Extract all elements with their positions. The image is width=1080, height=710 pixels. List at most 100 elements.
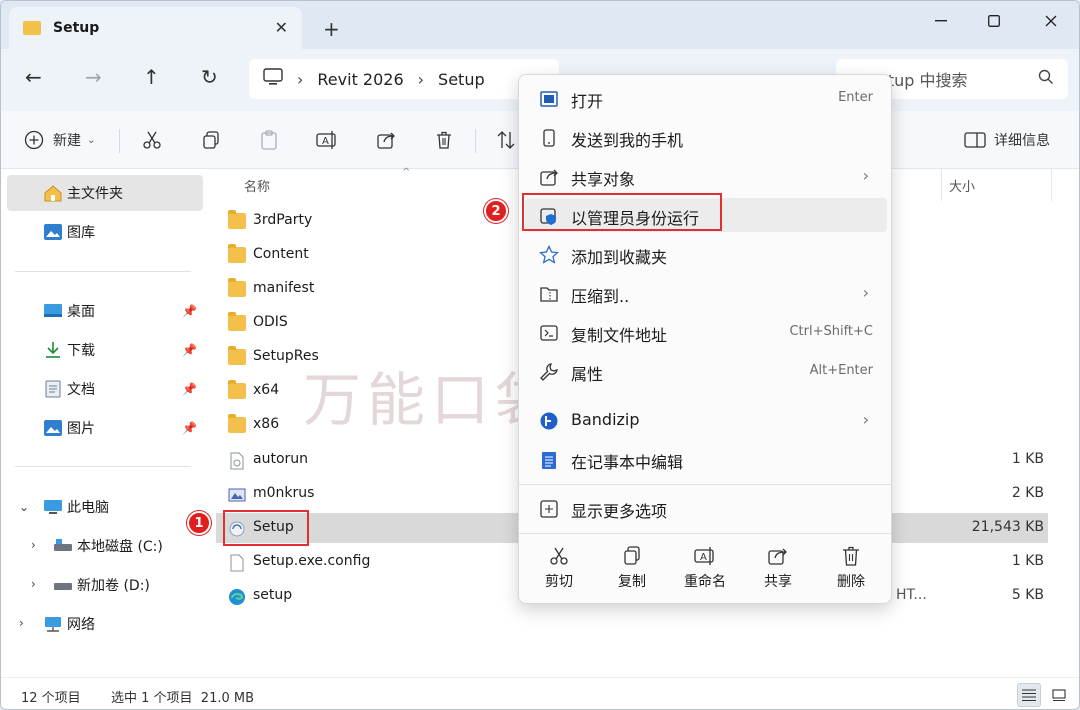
copy-icon: [621, 545, 643, 567]
step-badge-2: 2: [484, 199, 508, 223]
refresh-icon[interactable]: ↻: [201, 67, 218, 87]
menu-item-copy-path[interactable]: 复制文件地址 Ctrl+Shift+C: [525, 315, 887, 349]
pin-icon[interactable]: 📌: [182, 382, 197, 396]
sidebar-item-downloads[interactable]: 下载 📌: [7, 332, 203, 368]
details-button[interactable]: 详细信息: [964, 129, 1050, 151]
pin-icon[interactable]: 📌: [182, 304, 197, 318]
sidebar-item-documents[interactable]: 文档 📌: [7, 371, 203, 407]
sidebar-item-gallery[interactable]: 图库: [7, 214, 203, 250]
menu-item-bandizip[interactable]: Bandizip ›: [525, 403, 887, 437]
sidebar-item-this-pc[interactable]: ⌄ 此电脑: [7, 489, 203, 525]
close-icon[interactable]: ✕: [275, 18, 288, 37]
plus-circle-icon: [23, 129, 45, 151]
file-size: 21,543 KB: [971, 519, 1044, 535]
sidebar-item-label: 新加卷 (D:): [77, 578, 150, 594]
column-divider[interactable]: [941, 169, 942, 201]
up-icon[interactable]: ↑: [143, 67, 160, 87]
share-button[interactable]: [375, 129, 397, 151]
window-close-icon[interactable]: [1036, 11, 1066, 31]
sidebar-item-label: 主文件夹: [67, 186, 123, 202]
sidebar-item-pictures[interactable]: 图片 📌: [7, 410, 203, 446]
breadcrumb-item[interactable]: Setup: [438, 70, 485, 89]
action-label: 剪切: [545, 574, 573, 590]
menu-item-send-to-phone[interactable]: 发送到我的手机: [525, 120, 887, 154]
column-header-name[interactable]: 名称: [244, 176, 270, 195]
column-divider[interactable]: [1051, 169, 1052, 201]
sidebar-item-desktop[interactable]: 桌面 📌: [7, 293, 203, 329]
details-view-icon[interactable]: [1017, 683, 1041, 707]
paste-icon: [258, 129, 280, 151]
wrench-icon: [539, 362, 559, 382]
menu-item-edit-notepad[interactable]: 在记事本中编辑: [525, 442, 887, 476]
address-bar[interactable]: › Revit 2026 › Setup: [249, 59, 559, 99]
pin-icon[interactable]: 📌: [182, 421, 197, 435]
copy-button[interactable]: [200, 129, 222, 151]
scissors-icon: [141, 129, 163, 151]
pin-icon[interactable]: 📌: [182, 343, 197, 357]
folder-icon: [228, 414, 246, 433]
menu-item-properties[interactable]: 属性 Alt+Enter: [525, 354, 887, 388]
menu-item-label: Bandizip: [571, 410, 640, 429]
add-tab-icon[interactable]: +: [323, 19, 340, 39]
action-cut[interactable]: 剪切: [529, 545, 589, 595]
back-icon[interactable]: ←: [25, 67, 42, 87]
menu-item-shortcut: Enter: [838, 90, 873, 105]
sidebar-item-drive-c[interactable]: › 本地磁盘 (C:): [7, 528, 203, 564]
file-icon: [228, 452, 246, 470]
details-pane-icon: [964, 129, 986, 151]
large-icons-view-icon[interactable]: [1047, 683, 1071, 707]
chevron-right-icon: ›: [417, 69, 425, 89]
delete-button[interactable]: [433, 129, 455, 151]
rename-button[interactable]: A: [316, 129, 338, 151]
action-delete[interactable]: 删除: [821, 545, 881, 595]
sidebar-item-label: 桌面: [67, 304, 95, 320]
forward-icon[interactable]: →: [85, 67, 102, 87]
folder-icon: [228, 244, 246, 263]
menu-item-add-favorites[interactable]: 添加到收藏夹: [525, 237, 887, 271]
cut-button[interactable]: [141, 129, 163, 151]
chevron-down-icon[interactable]: ⌄: [19, 500, 29, 514]
tab-setup[interactable]: Setup ✕: [9, 7, 302, 49]
chevron-right-icon[interactable]: ›: [31, 538, 36, 552]
chevron-right-icon[interactable]: ›: [31, 577, 36, 591]
trash-icon: [840, 545, 862, 567]
action-rename[interactable]: A 重命名: [675, 545, 735, 595]
minimize-icon[interactable]: [926, 11, 956, 31]
desktop-icon: [43, 302, 63, 320]
sidebar-item-drive-d[interactable]: › 新加卷 (D:): [7, 567, 203, 603]
menu-item-more-options[interactable]: 显示更多选项: [525, 491, 887, 525]
chevron-right-icon[interactable]: ›: [19, 616, 24, 630]
sidebar-item-home[interactable]: 主文件夹: [7, 175, 203, 211]
file-type: HT...: [896, 587, 927, 603]
maximize-icon[interactable]: [979, 11, 1009, 31]
menu-item-compress[interactable]: 压缩到.. ›: [525, 276, 887, 310]
chevron-right-icon: ›: [862, 283, 869, 302]
sort-button[interactable]: [495, 129, 517, 151]
menu-item-share-with[interactable]: 共享对象 ›: [525, 159, 887, 193]
network-icon: [43, 615, 63, 633]
column-header-size[interactable]: 大小: [949, 176, 975, 195]
file-name: autorun: [253, 451, 309, 467]
action-copy[interactable]: 复制: [602, 545, 662, 595]
folder-icon: [228, 312, 246, 331]
scissors-icon: [548, 545, 570, 567]
pictures-icon: [43, 419, 63, 437]
divider: [15, 466, 191, 467]
computer-icon: [263, 68, 283, 90]
new-button[interactable]: 新建 ⌄: [23, 129, 95, 151]
new-label: 新建: [53, 133, 81, 149]
file-name: Content: [253, 246, 309, 262]
menu-item-shortcut: Alt+Enter: [809, 363, 873, 378]
paste-button[interactable]: [258, 129, 280, 151]
share-icon: [767, 545, 789, 567]
tab-label: Setup: [53, 20, 100, 36]
sidebar-item-network[interactable]: › 网络: [7, 606, 203, 642]
highlight-box-run-as-admin: [522, 193, 722, 231]
menu-item-open[interactable]: 打开 Enter: [525, 81, 887, 115]
divider: [519, 533, 891, 534]
file-name: ODIS: [253, 314, 288, 330]
menu-item-shortcut: Ctrl+Shift+C: [789, 324, 873, 339]
selection-info: 选中 1 个项目 21.0 MB: [111, 691, 255, 706]
breadcrumb-item[interactable]: Revit 2026: [317, 70, 403, 89]
action-share[interactable]: 共享: [748, 545, 808, 595]
